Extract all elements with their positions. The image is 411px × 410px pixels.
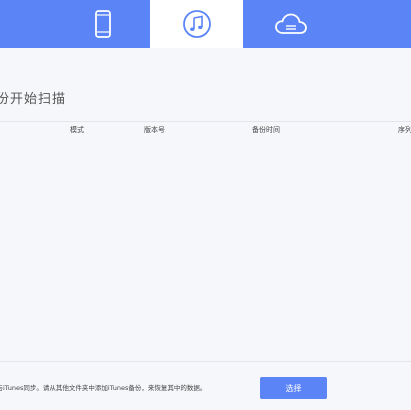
column-header-version[interactable]: 版本号 (144, 125, 165, 135)
select-button[interactable]: 选择 (260, 377, 327, 399)
tab-itunes-backup[interactable] (150, 0, 243, 48)
tab-device[interactable] (56, 0, 149, 48)
backup-list (0, 140, 411, 360)
backup-panel: 份开始扫描 模式 版本号 备份时间 序列 备与iTunes同步。请从其他文件夹中… (0, 48, 411, 409)
column-header-serial[interactable]: 序列 (398, 125, 411, 135)
column-header-mode[interactable]: 模式 (70, 125, 84, 135)
phone-icon (94, 10, 111, 38)
top-tab-bar (0, 0, 411, 48)
footer-bar: 备与iTunes同步。请从其他文件夹中添加iTunes备份，来恢复其中的数据。 … (0, 361, 411, 410)
icloud-icon (274, 12, 308, 36)
footer-hint-text: 备与iTunes同步。请从其他文件夹中添加iTunes备份，来恢复其中的数据。 (0, 384, 207, 392)
column-header-backup-time[interactable]: 备份时间 (252, 125, 280, 135)
page-title: 份开始扫描 (0, 92, 67, 107)
tab-icloud[interactable] (244, 0, 337, 48)
table-header: 模式 版本号 备份时间 序列 (0, 121, 411, 141)
itunes-music-icon (182, 9, 212, 39)
